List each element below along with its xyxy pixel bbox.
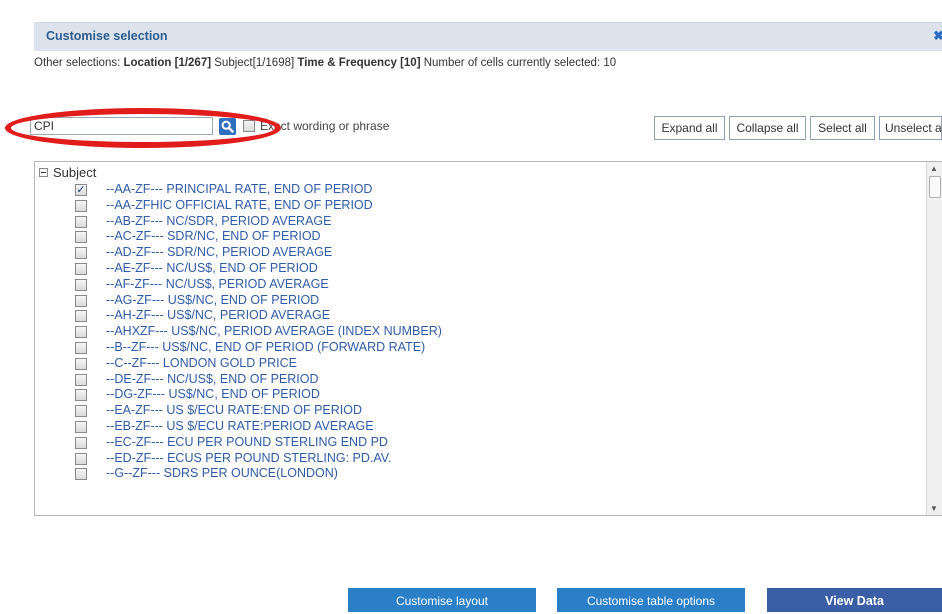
item-label[interactable]: --G--ZF--- SDRS PER OUNCE(LONDON) (106, 466, 338, 480)
item-label[interactable]: --C--ZF--- LONDON GOLD PRICE (106, 356, 297, 370)
other-selections-prefix: Other selections: (34, 57, 121, 69)
item-checkbox[interactable] (75, 405, 87, 418)
item-label[interactable]: --EA-ZF--- US $/ECU RATE:END OF PERIOD (106, 403, 362, 417)
item-checkbox[interactable] (75, 342, 87, 354)
subject-selection-link[interactable]: Subject[1/1698] (214, 57, 294, 69)
view-data-button[interactable]: View Data (767, 588, 942, 612)
item-checkbox[interactable] (75, 263, 87, 275)
item-label[interactable]: --EC-ZF--- ECU PER POUND STERLING END PD (106, 435, 388, 449)
item-label[interactable]: --DE-ZF--- NC/US$, END OF PERIOD (106, 372, 319, 386)
item-checkbox[interactable] (75, 389, 87, 402)
item-checkbox[interactable] (75, 452, 87, 465)
item-checkbox[interactable]: ✓ (75, 184, 87, 196)
item-checkbox[interactable] (75, 357, 87, 370)
item-checkbox[interactable] (75, 373, 87, 386)
item-checkbox[interactable] (75, 215, 87, 228)
item-checkbox[interactable] (75, 278, 87, 291)
item-checkbox[interactable] (75, 294, 87, 307)
item-checkbox[interactable] (75, 310, 87, 323)
scrollbar-thumb[interactable] (929, 176, 941, 198)
item-checkbox[interactable] (75, 247, 87, 260)
tree-scrollbar[interactable]: ▲ ▼ (926, 162, 942, 515)
subject-tree: Subject ✓ --AA-ZF--- PRINCIPAL RATE, END … (34, 161, 942, 516)
search-input[interactable] (30, 117, 213, 135)
item-label[interactable]: --AB-ZF--- NC/SDR, PERIOD AVERAGE (106, 214, 331, 228)
other-selections: Other selections: Location [1/267] Subje… (34, 57, 616, 69)
item-label[interactable]: --AA-ZFHIC OFFICIAL RATE, END OF PERIOD (106, 198, 373, 212)
panel-title: Customise selection (46, 29, 168, 43)
item-label[interactable]: --AHXZF--- US$/NC, PERIOD AVERAGE (INDEX… (106, 324, 442, 338)
item-checkbox[interactable] (75, 199, 87, 212)
item-label[interactable]: --DG-ZF--- US$/NC, END OF PERIOD (106, 387, 320, 401)
exact-wording-checkbox[interactable] (243, 120, 255, 132)
location-selection-link[interactable]: Location [1/267] (124, 57, 212, 69)
customise-layout-button[interactable]: Customise layout (348, 588, 536, 612)
item-label[interactable]: --AE-ZF--- NC/US$, END OF PERIOD (106, 261, 318, 275)
collapse-all-button[interactable]: Collapse all (729, 116, 806, 140)
select-all-button[interactable]: Select all (810, 116, 875, 140)
item-checkbox[interactable] (75, 468, 87, 481)
item-checkbox[interactable] (75, 421, 87, 433)
item-label[interactable]: --AG-ZF--- US$/NC, END OF PERIOD (106, 293, 319, 307)
customise-table-options-button[interactable]: Customise table options (557, 588, 745, 612)
tree-root-subject[interactable]: Subject (39, 165, 96, 180)
tree-root-label: Subject (53, 165, 97, 180)
item-checkbox[interactable] (75, 231, 87, 244)
panel-header: Customise selection ✖ (34, 22, 942, 51)
close-icon[interactable]: ✖ (933, 28, 942, 44)
collapse-toggle-icon[interactable] (39, 168, 48, 177)
search-icon (221, 120, 234, 133)
cells-selected-count: Number of cells currently selected: 10 (423, 57, 617, 69)
time-frequency-selection-link[interactable]: Time & Frequency [10] (297, 57, 420, 69)
item-checkbox[interactable] (75, 326, 87, 339)
item-label[interactable]: --AF-ZF--- NC/US$, PERIOD AVERAGE (106, 277, 329, 291)
unselect-all-button[interactable]: Unselect a (879, 116, 942, 140)
item-label[interactable]: --AD-ZF--- SDR/NC, PERIOD AVERAGE (106, 245, 332, 259)
item-label[interactable]: --AA-ZF--- PRINCIPAL RATE, END OF PERIOD (106, 182, 372, 196)
item-label[interactable]: --AC-ZF--- SDR/NC, END OF PERIOD (106, 229, 321, 243)
item-label[interactable]: --AH-ZF--- US$/NC, PERIOD AVERAGE (106, 308, 330, 322)
scroll-up-icon[interactable]: ▲ (930, 164, 938, 173)
item-checkbox[interactable] (75, 436, 87, 449)
exact-wording-label: Exact wording or phrase (260, 119, 390, 133)
expand-all-button[interactable]: Expand all (654, 116, 725, 140)
scroll-down-icon[interactable]: ▼ (930, 504, 938, 513)
item-label[interactable]: --EB-ZF--- US $/ECU RATE:PERIOD AVERAGE (106, 419, 374, 433)
search-button[interactable] (219, 118, 236, 135)
item-label[interactable]: --B--ZF--- US$/NC, END OF PERIOD (FORWAR… (106, 340, 425, 354)
item-label[interactable]: --ED-ZF--- ECUS PER POUND STERLING: PD.A… (106, 451, 391, 465)
